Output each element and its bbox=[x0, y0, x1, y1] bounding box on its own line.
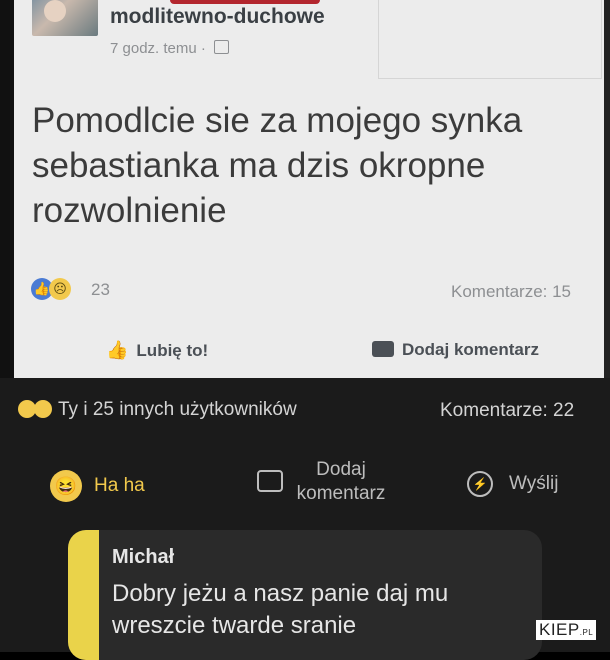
dark-comments-count[interactable]: Komentarze: 22 bbox=[440, 400, 574, 422]
like-button-label: Lubię to! bbox=[136, 341, 209, 360]
watermark-main: KIEP bbox=[539, 620, 580, 639]
red-header-fragment bbox=[170, 0, 320, 4]
send-button-label: Wyślij bbox=[509, 473, 559, 494]
like-button[interactable]: 👍 Lubię to! bbox=[106, 340, 208, 361]
post-left-border bbox=[0, 0, 14, 378]
wow-reaction-icon bbox=[34, 400, 52, 418]
post-right-border bbox=[604, 0, 610, 378]
add-comment-label: Dodaj komentarz bbox=[402, 340, 539, 359]
messenger-icon: ⚡ bbox=[467, 471, 493, 497]
post-comments-count[interactable]: Komentarze: 15 bbox=[451, 282, 571, 302]
thumbs-up-icon: 👍 bbox=[106, 340, 129, 360]
comment-outline-icon bbox=[257, 470, 283, 492]
post-time-text: 7 godz. temu · bbox=[110, 40, 206, 57]
post-author-name[interactable]: modlitewno-duchowe bbox=[110, 5, 325, 29]
comment-author-name[interactable]: Michał bbox=[112, 546, 174, 569]
watermark-suffix: .PL bbox=[579, 628, 594, 637]
post-timestamp: 7 godz. temu · bbox=[110, 40, 230, 57]
haha-button-label: Ha ha bbox=[94, 475, 145, 496]
site-watermark: KIEP.PL bbox=[536, 620, 597, 640]
dark-add-comment-label: Dodaj komentarz bbox=[296, 459, 386, 504]
dark-reactions-summary[interactable]: Ty i 25 innych użytkowników bbox=[18, 399, 297, 421]
post-reaction-count: 23 bbox=[91, 280, 110, 299]
comment-text: Dobry jeżu a nasz panie daj mu wreszcie … bbox=[112, 580, 449, 639]
globe-icon bbox=[214, 40, 230, 54]
faded-background-box bbox=[378, 0, 602, 79]
dark-reactions-text: Ty i 25 innych użytkowników bbox=[58, 399, 297, 420]
sad-reaction-icon: ☹ bbox=[49, 278, 71, 300]
haha-emoji-icon: 😆 bbox=[50, 470, 82, 502]
post-body-text: Pomodlcie sie za mojego synka sebastiank… bbox=[32, 101, 523, 230]
comment-bubble-icon bbox=[372, 341, 394, 357]
add-comment-button[interactable]: Dodaj komentarz bbox=[372, 340, 539, 360]
comment-highlight-bar bbox=[68, 530, 99, 660]
author-avatar[interactable] bbox=[32, 0, 98, 36]
